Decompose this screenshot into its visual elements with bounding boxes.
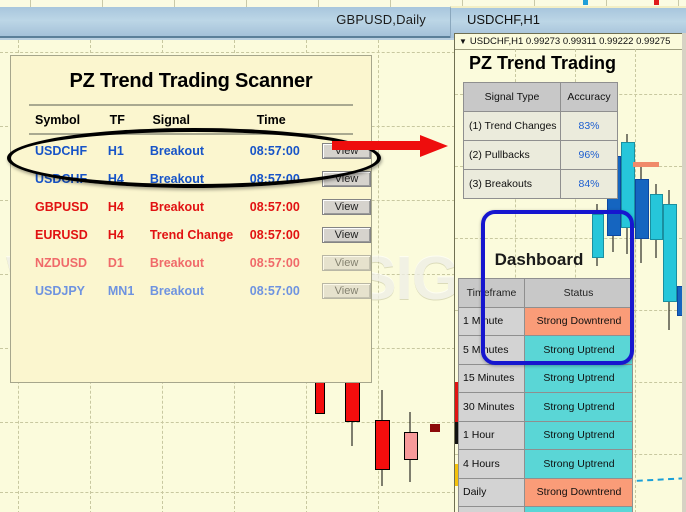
cell-signal-type: (1) Trend Changes [463,111,561,141]
right-window-title: USDCHF,H1 [467,12,540,27]
cell-timeframe: Daily [458,477,525,507]
view-button[interactable]: View [321,227,371,243]
annotation-ellipse [7,128,381,188]
cell-time: 08:57:00 [249,228,300,242]
quote-text: USDCHF,H1 0.99273 0.99311 0.99222 0.9927… [469,36,671,47]
grid-tick [30,0,31,7]
cell-timeframe: Weekly [458,506,525,512]
cell-action: View [321,221,371,249]
grid-tick [390,0,391,7]
candle [430,424,440,432]
cell-signal: Breakout [149,200,204,214]
annotation-blue-rect [481,210,634,365]
cell-accuracy: 84% [560,169,618,199]
cell-accuracy: 83% [560,111,618,141]
table-row: (3) Breakouts 84% [463,169,618,199]
cell-accuracy: 96% [560,140,618,170]
table-row: (2) Pullbacks 96% [463,140,618,170]
candle [635,167,649,263]
col-symbol: Symbol [35,113,81,127]
col-accuracy: Accuracy [560,82,618,112]
indicator-title: PZ Trend Trading [469,53,617,73]
cell-status: Strong Uptrend [524,363,633,393]
cell-status: Strong Uptrend [524,392,633,422]
cell-signal-type: (2) Pullbacks [463,140,561,170]
sliver-candle-red [654,0,659,5]
chart-window-gbpusd-daily[interactable]: GBPUSD,Daily PZ Trend Trading Scanner Sy… [0,7,686,512]
cell-status: Strong Uptrend [524,449,633,479]
trend-scanner-panel[interactable]: PZ Trend Trading Scanner Symbol TF Signa… [10,55,372,383]
cell-action: View [321,277,371,305]
cell-time: 08:57:00 [249,200,300,214]
quote-bar: ▼ USDCHF,H1 0.99273 0.99311 0.99222 0.992… [455,34,686,50]
annotation-arrow-head [420,135,448,157]
collapse-triangle-icon[interactable]: ▼ [459,34,467,49]
grid-tick [318,0,319,7]
view-button[interactable]: View [321,283,371,299]
table-row[interactable]: NZDUSD D1 Breakout 08:57:00 View [11,249,371,277]
cell-status: Strong Uptrend [524,420,633,450]
candle [663,190,677,330]
table-row: 4 Hours Strong Uptrend [458,449,633,479]
cell-tf: H4 [107,200,124,214]
cell-action: View [321,249,371,277]
cell-symbol: GBPUSD [35,200,89,214]
cell-signal: Trend Change [149,228,234,242]
left-window-title: GBPUSD,Daily [336,12,426,27]
scanner-title: PZ Trend Trading Scanner [69,70,313,92]
cell-symbol: USDJPY [35,284,86,298]
cell-timeframe: 15 Minutes [458,363,525,393]
cell-action: View [321,193,371,221]
sliver-candle-blue [583,0,588,5]
cell-time: 08:57:00 [249,284,300,298]
cell-status: Strong Uptrend [524,506,633,512]
cell-signal: Breakout [149,284,204,298]
resistance-marker [633,162,659,167]
table-row: 1 Hour Strong Uptrend [458,420,633,450]
table-row[interactable]: GBPUSD H4 Breakout 08:57:00 View [11,193,371,221]
right-chart-scrollbar[interactable] [682,33,686,512]
cell-status: Strong Downtrend [524,477,633,507]
cell-signal: Breakout [149,256,204,270]
view-button[interactable]: View [321,199,371,215]
grid-tick [246,0,247,7]
cell-tf: MN1 [107,284,135,298]
accuracy-table: Signal Type Accuracy (1) Trend Changes 83… [463,82,618,199]
col-signal-type: Signal Type [463,82,561,112]
cell-timeframe: 4 Hours [458,449,525,479]
cell-time: 08:57:00 [249,256,300,270]
candle [650,184,663,258]
mt4-screen: GBPUSD,Daily PZ Trend Trading Scanner Sy… [0,0,686,512]
left-titlebar-divider [0,36,460,38]
candle [404,412,418,482]
candle [375,390,390,486]
table-row: 30 Minutes Strong Uptrend [458,392,633,422]
cell-tf: D1 [107,256,124,270]
table-row: 15 Minutes Strong Uptrend [458,363,633,393]
cell-signal-type: (3) Breakouts [463,169,561,199]
col-time: Time [256,113,286,127]
cell-tf: H4 [107,228,124,242]
grid-tick [174,0,175,7]
table-row[interactable]: EURUSD H4 Trend Change 08:57:00 View [11,221,371,249]
annotation-arrow-shaft [332,141,424,150]
table-row: Daily Strong Downtrend [458,477,633,507]
cell-symbol: EURUSD [35,228,88,242]
table-row[interactable]: USDJPY MN1 Breakout 08:57:00 View [11,277,371,305]
cell-timeframe: 30 Minutes [458,392,525,422]
cell-timeframe: 1 Hour [458,420,525,450]
scanner-divider-top [29,104,353,106]
table-row: (1) Trend Changes 83% [463,111,618,141]
table-row: WeeklyStrong Uptrend [458,506,633,512]
accuracy-header-row: Signal Type Accuracy [463,82,618,112]
view-button[interactable]: View [321,255,371,271]
grid-tick [102,0,103,7]
cell-symbol: NZDUSD [35,256,88,270]
